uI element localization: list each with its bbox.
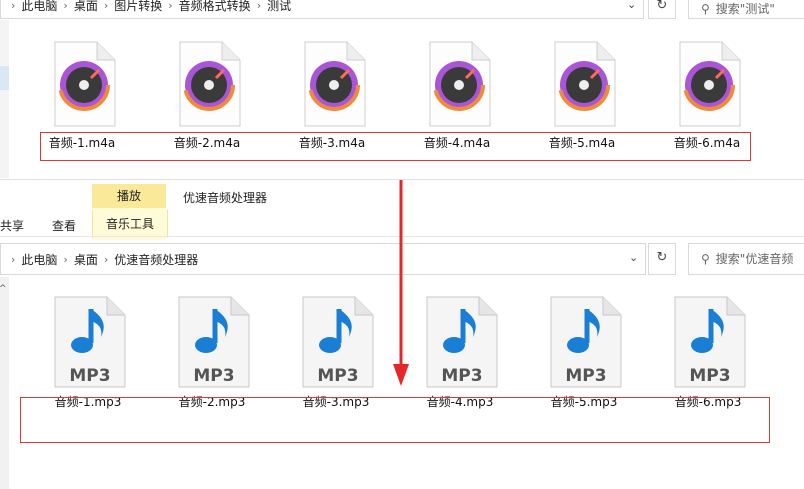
down-arrow-annotation [393,180,409,386]
chevron-down-icon[interactable]: ⌄ [629,251,638,264]
refresh-icon: ↻ [656,250,668,265]
refresh-icon: ↻ [656,0,668,13]
bottom-search-input[interactable]: ⚲ 搜索"优速音频 [688,243,804,275]
bottom-highlight-box [20,397,770,443]
m4a-file-icon [429,41,491,127]
file-item[interactable]: MP3 音频-2.mp3 [166,295,258,410]
mp3-file-icon: MP3 [674,296,746,388]
context-tab-header: 播放 [92,184,166,208]
mp3-icon-text: MP3 [317,366,358,386]
mp3-file-icon: MP3 [302,296,374,388]
chevron-right-icon: › [168,0,173,12]
breadcrumb-test[interactable]: 测试 [267,0,291,14]
mp3-icon-text: MP3 [193,366,234,386]
m4a-file-icon [679,41,741,127]
breadcrumb-audio-convert[interactable]: 音频格式转换 [179,0,251,14]
top-sidebar-edge [0,20,9,178]
mp3-icon-text: MP3 [689,366,730,386]
chevron-down-icon[interactable]: ⌄ [627,0,636,11]
mp3-file-icon: MP3 [178,296,250,388]
breadcrumb-app-folder[interactable]: 优速音频处理器 [114,251,198,268]
breadcrumb-this-pc[interactable]: 此电脑 [21,0,57,14]
breadcrumb-desktop[interactable]: 桌面 [74,251,98,268]
file-item[interactable]: MP3 音频-3.mp3 [290,295,382,410]
breadcrumb-image-convert[interactable]: 图片转换 [114,0,162,14]
file-item[interactable]: MP3 音频-6.mp3 [662,295,754,410]
mp3-icon-text: MP3 [441,366,482,386]
refresh-button[interactable]: ↻ [648,243,676,275]
m4a-file-icon [304,41,366,127]
window-title: 优速音频处理器 [183,191,268,205]
chevron-right-icon: › [63,0,68,12]
search-placeholder: 搜索"测试" [715,2,775,16]
chevron-right-icon: › [256,0,262,12]
scroll-up-icon[interactable]: ^ [0,284,7,294]
m4a-file-icon [179,41,241,127]
m4a-file-icon [54,41,116,127]
search-icon: ⚲ [701,2,710,16]
tab-share[interactable]: 共享 [0,217,24,234]
file-item[interactable]: MP3 音频-4.mp3 [414,295,506,410]
breadcrumb-this-pc[interactable]: 此电脑 [21,251,57,268]
chevron-right-icon: › [63,253,68,266]
top-highlight-box [40,132,751,161]
file-item[interactable]: MP3 音频-5.mp3 [538,295,630,410]
bottom-address-bar[interactable]: › 此电脑 › 桌面 › 优速音频处理器 ⌄ [0,243,646,275]
breadcrumb-desktop[interactable]: 桌面 [74,0,98,14]
refresh-button[interactable]: ↻ [648,0,676,19]
search-placeholder: 搜索"优速音频 [715,252,794,266]
file-item[interactable]: MP3 音频-1.mp3 [42,295,134,410]
top-search-input[interactable]: ⚲ 搜索"测试" [688,0,804,19]
mp3-file-icon: MP3 [54,296,126,388]
bottom-breadcrumb: › 此电脑 › 桌面 › 优速音频处理器 [5,251,198,268]
chevron-right-icon: › [11,0,16,12]
tab-music-tools[interactable]: 音乐工具 [92,210,168,238]
mp3-file-icon: MP3 [550,296,622,388]
sidebar-selected-item[interactable] [0,66,9,90]
chevron-right-icon: › [103,253,109,266]
chevron-right-icon: › [103,0,109,12]
top-address-row: › 此电脑 › 桌面 › 图片转换 › 音频格式转换 › 测试 ⌄ ↻ ⚲ 搜索"… [0,0,804,20]
mp3-icon-text: MP3 [565,366,606,386]
mp3-file-icon: MP3 [426,296,498,388]
tab-view[interactable]: 查看 [52,217,76,234]
top-address-bar[interactable]: › 此电脑 › 桌面 › 图片转换 › 音频格式转换 › 测试 ⌄ [0,0,644,19]
chevron-right-icon: › [11,253,16,266]
top-breadcrumb: › 此电脑 › 桌面 › 图片转换 › 音频格式转换 › 测试 [5,0,291,14]
mp3-icon-text: MP3 [69,366,110,386]
search-icon: ⚲ [701,252,710,266]
m4a-file-icon [554,41,616,127]
bottom-sidebar-scrollbar[interactable] [0,277,9,489]
